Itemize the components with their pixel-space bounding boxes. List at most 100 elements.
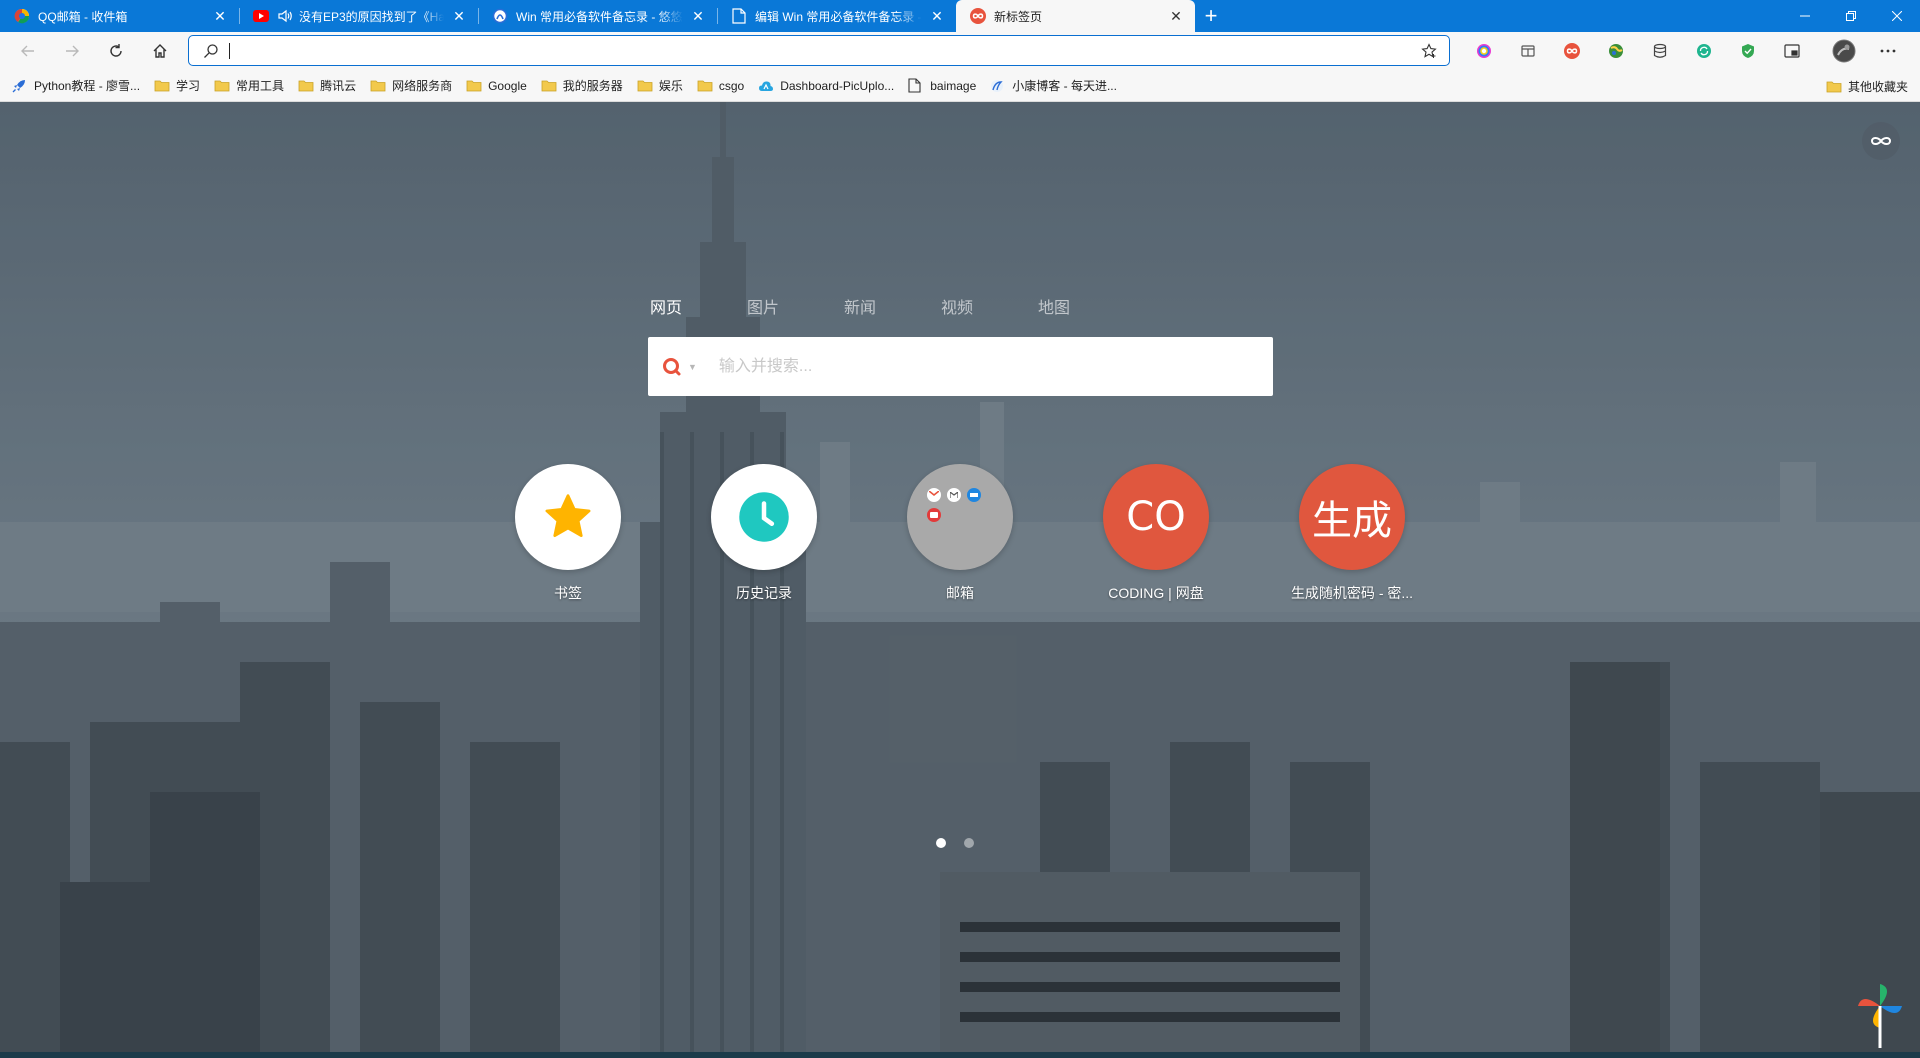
infinity-extension-icon[interactable] <box>1550 36 1594 66</box>
bookmark-folder-isp[interactable]: 网络服务商 <box>370 77 452 94</box>
shortcut-bookmarks[interactable]: 书签 <box>488 464 648 604</box>
close-window-icon[interactable] <box>1874 0 1920 32</box>
search-tab-web[interactable]: 网页 <box>650 294 682 317</box>
rocket-icon <box>12 79 28 93</box>
close-icon[interactable]: ✕ <box>1167 7 1185 25</box>
address-input[interactable] <box>230 37 1419 64</box>
infinity-menu-button[interactable] <box>1862 122 1900 160</box>
shortcut-icon[interactable] <box>907 464 1013 570</box>
page-icon <box>908 78 924 93</box>
bookmark-folder-entertainment[interactable]: 娱乐 <box>637 77 683 94</box>
picture-in-picture-icon[interactable] <box>1770 36 1814 66</box>
shortcut-label: 书签 <box>554 585 582 601</box>
tab-edit-blog[interactable]: 编辑 Win 常用必备软件备忘录 - 悠悠之家 ✕ <box>717 0 956 32</box>
tab-qq-mail[interactable]: QQ邮箱 - 收件箱 ✕ <box>0 0 239 32</box>
shortcut-coding[interactable]: CO CODING | 网盘 <box>1076 464 1236 604</box>
shortcut-label: CODING | 网盘 <box>1108 585 1204 601</box>
close-icon[interactable]: ✕ <box>211 7 229 25</box>
search-tab-news[interactable]: 新闻 <box>844 294 876 317</box>
bookmark-folder-tencent-cloud[interactable]: 腾讯云 <box>298 77 356 94</box>
folder-icon <box>697 79 713 93</box>
bookmark-folder-study[interactable]: 学习 <box>154 77 200 94</box>
back-icon[interactable] <box>10 36 46 66</box>
taskbar <box>0 1052 1920 1058</box>
shortcut-label: 生成随机密码 - 密... <box>1290 585 1414 601</box>
globe-extension-icon[interactable] <box>1594 36 1638 66</box>
page-dot-2[interactable] <box>964 838 974 848</box>
page-indicator <box>936 838 974 848</box>
bookmark-baimage[interactable]: baimage <box>908 78 976 93</box>
folder-icon <box>298 79 314 93</box>
shortcut-icon[interactable] <box>515 464 621 570</box>
search-input[interactable] <box>716 356 1273 377</box>
pinwheel-icon[interactable] <box>1856 982 1904 1052</box>
shortcut-initials: CO <box>1126 494 1186 540</box>
netease-mail-icon <box>927 508 941 522</box>
shortcut-password-generator[interactable]: 生成 生成随机密码 - 密... <box>1272 464 1432 604</box>
qq-mail-icon <box>14 8 30 24</box>
tab-title: 新标签页 <box>994 9 1043 24</box>
star-outline-icon[interactable] <box>1419 42 1439 59</box>
restore-icon[interactable] <box>1828 0 1874 32</box>
shield-icon[interactable] <box>1726 36 1770 66</box>
search-engine-selector[interactable]: ▼ <box>662 357 697 377</box>
folder-icon <box>214 79 230 93</box>
chevron-down-icon: ▼ <box>688 361 697 372</box>
blog-icon <box>492 8 508 24</box>
forward-icon[interactable] <box>54 36 90 66</box>
folder-icon <box>370 79 386 93</box>
sync-extension-icon[interactable] <box>1682 36 1726 66</box>
color-picker-extension-icon[interactable] <box>1462 36 1506 66</box>
speaker-icon[interactable] <box>277 9 293 23</box>
search-engine-icon <box>663 357 681 375</box>
tab-new-tab[interactable]: 新标签页 ✕ <box>956 0 1195 32</box>
bookmark-xiaokang-blog[interactable]: 小康博客 - 每天进... <box>990 77 1117 94</box>
home-icon[interactable] <box>142 36 178 66</box>
close-icon[interactable]: ✕ <box>928 7 946 25</box>
outlook-icon <box>967 488 981 502</box>
search-tab-images[interactable]: 图片 <box>747 294 779 317</box>
window-controls <box>1782 0 1920 32</box>
bookmark-folder-my-servers[interactable]: 我的服务器 <box>541 77 623 94</box>
address-bar[interactable] <box>188 35 1450 66</box>
tab-blog[interactable]: Win 常用必备软件备忘录 - 悠悠之家 ✕ <box>478 0 717 32</box>
bookmark-python-tutorial[interactable]: Python教程 - 廖雪... <box>12 77 140 94</box>
shortcut-mail[interactable]: 邮箱 <box>880 464 1040 604</box>
navigation-bar <box>0 32 1920 70</box>
clock-icon <box>739 492 789 542</box>
close-icon[interactable]: ✕ <box>689 7 707 25</box>
shortcut-icon[interactable]: CO <box>1103 464 1209 570</box>
bookmark-folder-google[interactable]: Google <box>466 79 527 93</box>
refresh-icon[interactable] <box>98 36 134 66</box>
folder-icon <box>154 79 170 93</box>
page-icon <box>731 8 747 24</box>
other-bookmarks[interactable]: 其他收藏夹 <box>1826 78 1908 95</box>
tab-title: QQ邮箱 - 收件箱 <box>38 9 128 24</box>
bookmark-folder-csgo[interactable]: csgo <box>697 79 744 93</box>
page-dot-1[interactable] <box>936 838 946 848</box>
tab-title: Win 常用必备软件备忘录 - 悠悠之家 <box>516 9 683 24</box>
search-icon <box>203 43 223 59</box>
tab-youtube[interactable]: 没有EP3的原因找到了《Half-Life》 ✕ <box>239 0 478 32</box>
tab-title: 没有EP3的原因找到了《Half-Life》 <box>299 9 444 24</box>
shortcut-history[interactable]: 历史记录 <box>684 464 844 604</box>
shortcut-icon[interactable]: 生成 <box>1299 464 1405 570</box>
avatar[interactable] <box>1822 36 1866 66</box>
bookmark-dashboard-picuplo[interactable]: Dashboard-PicUplo... <box>758 79 894 93</box>
shortcut-grid: 书签 历史记录 邮箱 CO CODING | 网盘 生成 生成随机密码 - 密.… <box>488 464 1432 604</box>
blog-icon <box>990 79 1006 93</box>
bookmarks-bar: Python教程 - 廖雪... 学习 常用工具 腾讯云 网络服务商 Googl… <box>0 70 1920 102</box>
bookmark-folder-tools[interactable]: 常用工具 <box>214 77 284 94</box>
search-tab-maps[interactable]: 地图 <box>1038 294 1070 317</box>
tab-title: 编辑 Win 常用必备软件备忘录 - 悠悠之家 <box>755 9 922 24</box>
close-icon[interactable]: ✕ <box>450 7 468 25</box>
search-tab-videos[interactable]: 视频 <box>941 294 973 317</box>
shortcut-icon[interactable] <box>711 464 817 570</box>
cloud-icon <box>758 79 774 93</box>
tab-manager-extension-icon[interactable] <box>1506 36 1550 66</box>
database-extension-icon[interactable] <box>1638 36 1682 66</box>
new-tab-button[interactable]: + <box>1195 0 1227 32</box>
more-icon[interactable] <box>1866 36 1910 66</box>
minimize-icon[interactable] <box>1782 0 1828 32</box>
folder-icon <box>1826 80 1842 94</box>
